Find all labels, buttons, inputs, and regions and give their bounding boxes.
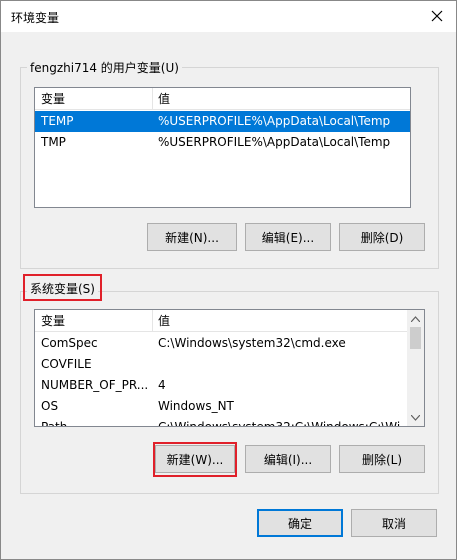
vertical-scrollbar[interactable] — [407, 310, 424, 426]
close-button[interactable] — [424, 5, 450, 27]
title-bar: 环境变量 — [1, 1, 456, 32]
user-edit-button[interactable]: 编辑(E)... — [245, 223, 331, 251]
system-delete-button[interactable]: 删除(L) — [339, 445, 425, 473]
variable-value: C:\Windows\system32\cmd.exe — [158, 336, 346, 350]
system-variable-row[interactable]: Path C:\Windows\system32;C:\Windows;C:\W… — [35, 417, 409, 427]
variable-name: NUMBER_OF_PR... — [41, 378, 149, 392]
scrollbar-thumb[interactable] — [410, 327, 421, 349]
system-variable-row[interactable]: OS Windows_NT — [35, 396, 409, 417]
system-variable-row[interactable]: ComSpec C:\Windows\system32\cmd.exe — [35, 333, 409, 354]
close-icon — [431, 10, 443, 22]
variable-name: Path — [41, 420, 68, 427]
highlight-box-new-button — [153, 442, 237, 477]
variable-name: ComSpec — [41, 336, 98, 350]
variable-value: 4 — [158, 378, 166, 392]
list-header: 变量 值 — [35, 310, 409, 332]
variable-value: Windows_NT — [158, 399, 234, 413]
user-delete-button[interactable]: 删除(D) — [339, 223, 425, 251]
system-variable-row[interactable]: NUMBER_OF_PR... 4 — [35, 375, 409, 396]
variable-name: OS — [41, 399, 59, 413]
column-header-variable[interactable]: 变量 — [35, 88, 152, 110]
variable-name: TMP — [41, 135, 66, 149]
variable-value: %USERPROFILE%\AppData\Local\Temp — [158, 114, 391, 128]
environment-variables-dialog: 环境变量 fengzhi714 的用户变量(U) 变量 值 TEMP %USER… — [0, 0, 457, 560]
chevron-up-icon — [411, 315, 420, 322]
scroll-down-arrow[interactable] — [407, 409, 424, 426]
variable-name: COVFILE — [41, 357, 92, 371]
system-edit-button[interactable]: 编辑(I)... — [245, 445, 331, 473]
user-new-button[interactable]: 新建(N)... — [147, 223, 237, 251]
system-variables-list[interactable]: 变量 值 ComSpec C:\Windows\system32\cmd.exe… — [34, 309, 425, 427]
user-variable-row-tmp[interactable]: TMP %USERPROFILE%\AppData\Local\Temp — [35, 132, 410, 153]
cancel-button[interactable]: 取消 — [351, 509, 437, 537]
chevron-down-icon — [411, 414, 420, 421]
ok-button[interactable]: 确定 — [257, 509, 343, 537]
highlight-box-system-label — [23, 274, 102, 301]
column-header-value[interactable]: 值 — [152, 88, 170, 110]
column-header-value[interactable]: 值 — [152, 310, 170, 332]
user-variables-label: fengzhi714 的用户变量(U) — [27, 59, 182, 76]
user-variable-row-temp[interactable]: TEMP %USERPROFILE%\AppData\Local\Temp — [35, 111, 410, 132]
scroll-up-arrow[interactable] — [407, 310, 424, 327]
variable-value: %USERPROFILE%\AppData\Local\Temp — [158, 135, 391, 149]
list-header: 变量 值 — [35, 88, 410, 110]
variable-value: C:\Windows\system32;C:\Windows;C:\Wi — [158, 420, 401, 427]
system-variable-row[interactable]: COVFILE — [35, 354, 409, 375]
user-variables-list[interactable]: 变量 值 TEMP %USERPROFILE%\AppData\Local\Te… — [34, 87, 411, 208]
window-title: 环境变量 — [11, 11, 60, 25]
column-header-variable[interactable]: 变量 — [35, 310, 152, 332]
variable-name: TEMP — [41, 114, 74, 128]
